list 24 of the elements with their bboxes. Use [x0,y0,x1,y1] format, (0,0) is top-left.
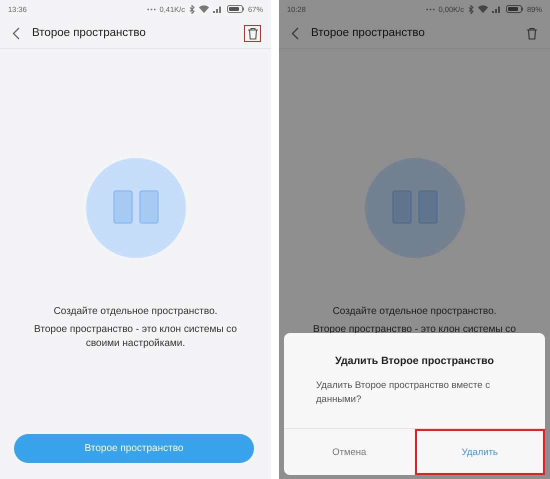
back-icon[interactable] [291,26,299,40]
page-title: Второе пространство [311,27,426,39]
description-line: Создайте отдельное пространство. [54,305,218,319]
wifi-icon [478,5,488,13]
cancel-button[interactable]: Отмена [284,429,414,475]
second-space-button[interactable]: Второе пространство [14,434,254,463]
battery-icon [226,5,244,13]
dialog-title: Удалить Второе пространство [334,355,495,367]
bluetooth-icon [188,4,195,14]
delete-button[interactable]: Удалить [414,429,545,475]
signal-icon [492,5,502,13]
dialog-message: Удалить Второе пространство вместе с данными? [316,379,491,407]
more-icon [426,8,435,10]
back-icon[interactable] [12,26,20,40]
signal-icon [212,5,223,13]
description-line: Второе пространство - это клон системы со своими настройками. [33,323,238,351]
battery-icon [506,5,523,13]
description-line: Второе пространство - это клон системы со [313,323,516,337]
delete-button[interactable] [244,24,261,42]
more-icon [146,8,156,10]
bluetooth-icon [468,4,474,14]
description-line: Создайте отдельное пространство. [332,305,496,319]
page-title: Второе пространство [32,27,147,39]
wifi-icon [198,5,209,13]
